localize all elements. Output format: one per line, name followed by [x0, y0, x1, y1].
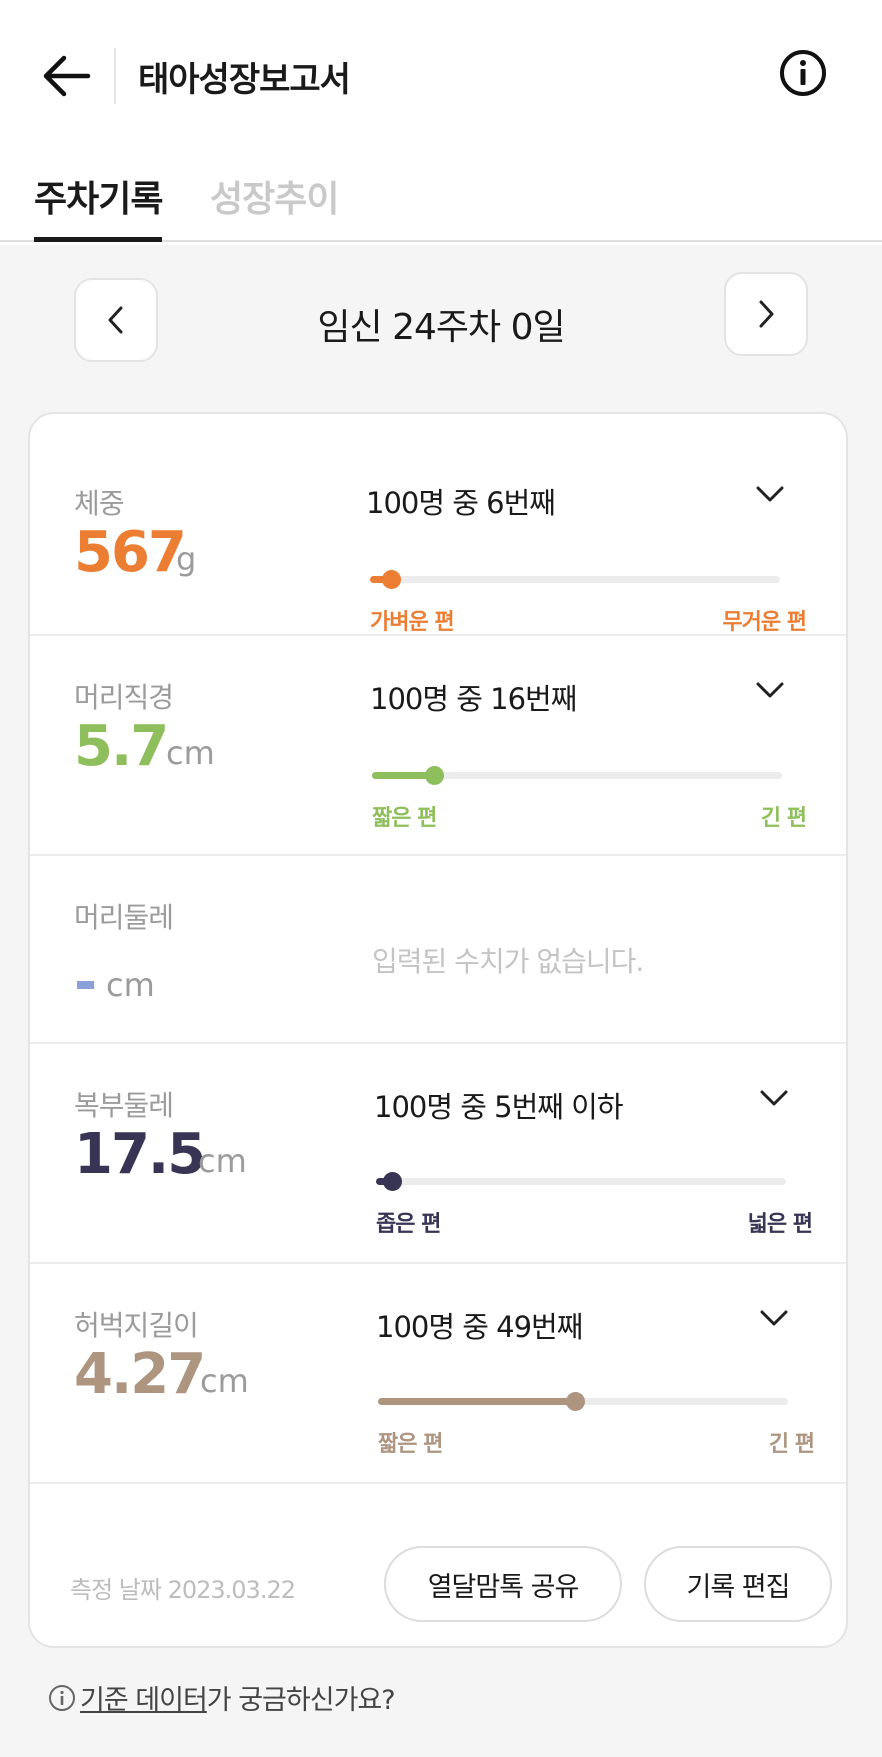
measurement-value: 17.5 — [74, 1122, 206, 1187]
chevron-down-icon — [756, 682, 784, 698]
tab-growth-trend[interactable]: 성장추이 — [210, 170, 339, 222]
active-tab-indicator — [34, 237, 162, 242]
percentile-knob — [383, 1172, 403, 1191]
high-end-label: 넓은 편 — [747, 1212, 813, 1237]
chevron-down-icon — [760, 1310, 788, 1326]
measurement-unit: cm — [198, 1142, 247, 1180]
measurement-value: 5.7 — [74, 714, 169, 779]
measurement-label: 체중 — [74, 487, 125, 520]
tab-weekly-record[interactable]: 주차기록 — [34, 170, 163, 222]
chevron-down-icon — [760, 1090, 788, 1106]
title-divider — [114, 48, 116, 104]
expand-button[interactable] — [750, 670, 790, 710]
high-end-label: 긴 편 — [760, 806, 807, 831]
measurement-date: 측정 날짜 2023.03.22 — [70, 1576, 296, 1604]
share-button[interactable]: 열달맘톡 공유 — [384, 1546, 622, 1622]
previous-week-button[interactable] — [74, 278, 158, 362]
expand-button[interactable] — [754, 1298, 794, 1338]
measurement-card: 체중 567 g 100명 중 6번째 가벼운 편 무거운 편 머리직경 5.7… — [28, 412, 848, 1648]
percentile-knob — [565, 1392, 585, 1411]
empty-value-text: 입력된 수치가 없습니다. — [372, 945, 644, 978]
arrow-left-icon — [43, 55, 91, 97]
measurement-row-femur: 허벅지길이 4.27 cm 100명 중 49번째 짧은 편 긴 편 — [30, 1264, 846, 1484]
measurement-row-weight: 체중 567 g 100명 중 6번째 가벼운 편 무거운 편 — [30, 414, 846, 636]
info-circle-icon — [780, 50, 826, 96]
expand-button[interactable] — [754, 1078, 794, 1118]
chevron-left-icon — [108, 306, 123, 334]
low-end-label: 짧은 편 — [372, 806, 437, 831]
back-button[interactable] — [36, 44, 96, 108]
measurement-value: 567 — [74, 520, 187, 585]
measurement-value: 4.27 — [74, 1342, 206, 1407]
rank-text: 100명 중 16번째 — [370, 682, 577, 716]
rank-text: 100명 중 6번째 — [366, 486, 556, 520]
page-title: 태아성장보고서 — [138, 60, 351, 100]
rank-text: 100명 중 49번째 — [376, 1310, 583, 1344]
measurement-label: 복부둘레 — [74, 1089, 174, 1122]
chevron-right-icon — [759, 300, 774, 328]
low-end-label: 짧은 편 — [378, 1432, 443, 1457]
measurement-unit: g — [176, 540, 197, 578]
info-button[interactable] — [774, 44, 832, 102]
percentile-knob — [424, 766, 444, 785]
high-end-label: 긴 편 — [768, 1432, 815, 1457]
next-week-button[interactable] — [724, 272, 808, 356]
percentile-fill — [378, 1398, 575, 1405]
top-bar: 태아성장보고서 주차기록 성장추이 — [0, 0, 882, 245]
edit-record-button[interactable]: 기록 편집 — [644, 1546, 832, 1622]
high-end-label: 무거운 편 — [722, 610, 807, 635]
measurement-value: - — [74, 950, 97, 1015]
measurement-label: 머리둘레 — [74, 901, 174, 934]
card-footer: 측정 날짜 2023.03.22 열달맘톡 공유 기록 편집 — [30, 1522, 846, 1646]
reference-data-link[interactable]: 기준 데이터 — [80, 1678, 208, 1717]
measurement-unit: cm — [166, 734, 215, 772]
expand-button[interactable] — [750, 474, 790, 514]
info-circle-icon — [49, 1684, 75, 1711]
help-reference-data: 기준 데이터 가 궁금하신가요? — [48, 1678, 396, 1717]
measurement-row-head-circumference: 머리둘레 - cm 입력된 수치가 없습니다. — [30, 856, 846, 1044]
percentile-track — [370, 570, 780, 589]
chevron-down-icon — [756, 486, 784, 502]
low-end-label: 좁은 편 — [376, 1212, 441, 1237]
percentile-track — [378, 1392, 788, 1411]
measurement-row-head-diameter: 머리직경 5.7 cm 100명 중 16번째 짧은 편 긴 편 — [30, 636, 846, 856]
low-end-label: 가벼운 편 — [370, 610, 455, 635]
help-question-text: 가 궁금하신가요? — [206, 1685, 396, 1716]
measurement-row-abdomen: 복부둘레 17.5 cm 100명 중 5번째 이하 좁은 편 넓은 편 — [30, 1044, 846, 1264]
percentile-knob — [381, 570, 401, 589]
week-label: 임신 24주차 0일 — [317, 307, 565, 348]
measurement-unit: cm — [106, 966, 155, 1004]
measurement-unit: cm — [200, 1362, 249, 1400]
measurement-label: 허벅지길이 — [74, 1309, 199, 1342]
percentile-track — [372, 766, 782, 785]
percentile-track — [376, 1172, 786, 1191]
measurement-label: 머리직경 — [74, 681, 174, 714]
rank-text: 100명 중 5번째 이하 — [374, 1090, 624, 1124]
